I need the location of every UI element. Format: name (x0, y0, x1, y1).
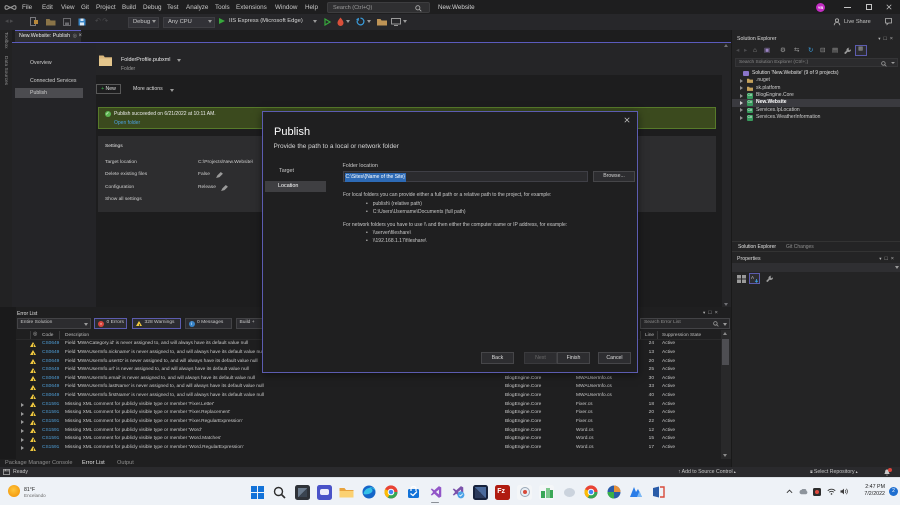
svg-text:A: A (751, 275, 754, 280)
